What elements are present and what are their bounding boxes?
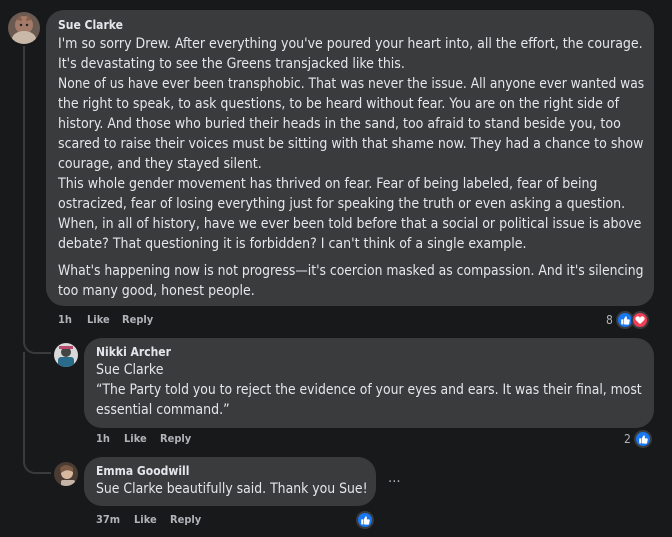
avatar[interactable] bbox=[54, 462, 78, 486]
comment-line: scared to raise their voices must be sit… bbox=[58, 136, 644, 152]
comment-line: too many good, honest people. bbox=[58, 283, 255, 299]
comment-line: What's happening now is not progress—it'… bbox=[58, 263, 644, 279]
comment-line: This whole gender movement has thrived o… bbox=[58, 176, 598, 192]
mention-tag[interactable]: Sue Clarke bbox=[96, 362, 163, 378]
comment-line: Sue Clarke beautifully said. Thank you S… bbox=[96, 481, 368, 497]
reply-button[interactable]: Reply bbox=[160, 432, 191, 445]
comment-timestamp[interactable]: 37m bbox=[96, 513, 120, 526]
comment-line: the right to speak, to ask questions, to… bbox=[58, 96, 620, 112]
thread-line bbox=[23, 352, 25, 452]
comment-thread: Sue Clarke I'm so sorry Drew. After ever… bbox=[0, 0, 672, 537]
comment-line: I'm so sorry Drew. After everything you'… bbox=[58, 36, 643, 52]
reply-button[interactable]: Reply bbox=[122, 313, 153, 326]
comment-line: ostracized, fear of losing everything ju… bbox=[58, 196, 626, 212]
comment-line: debate? That questioning it is forbidden… bbox=[58, 236, 527, 252]
comment-line: It's devastating to see the Greens trans… bbox=[58, 56, 405, 72]
comment-timestamp[interactable]: 1h bbox=[96, 432, 110, 445]
avatar[interactable] bbox=[54, 343, 78, 367]
comment-timestamp[interactable]: 1h bbox=[58, 313, 72, 326]
like-icon bbox=[356, 511, 374, 529]
reaction-summary[interactable] bbox=[356, 511, 374, 529]
reaction-count: 2 bbox=[624, 432, 631, 446]
thread-connector bbox=[23, 450, 51, 474]
reaction-summary[interactable]: 8 bbox=[606, 311, 649, 329]
avatar-image bbox=[8, 12, 40, 44]
like-button[interactable]: Like bbox=[134, 513, 157, 526]
comment-line: “The Party told you to reject the eviden… bbox=[96, 382, 642, 398]
like-button[interactable]: Like bbox=[124, 432, 147, 445]
comment-line: essential command.” bbox=[96, 402, 230, 418]
like-button[interactable]: Like bbox=[87, 313, 110, 326]
thread-line bbox=[23, 46, 25, 336]
comment-line: courage, and they stayed silent. bbox=[58, 156, 262, 172]
reply-button[interactable]: Reply bbox=[170, 513, 201, 526]
comment-author[interactable]: Sue Clarke bbox=[58, 18, 123, 32]
comment-author[interactable]: Nikki Archer bbox=[96, 345, 171, 359]
reaction-count: 8 bbox=[606, 313, 613, 327]
avatar-image bbox=[54, 343, 78, 367]
comment-line: When, in all of history, have we ever be… bbox=[58, 216, 642, 232]
comment-line: None of us have ever been transphobic. T… bbox=[58, 76, 645, 92]
reaction-summary[interactable]: 2 bbox=[624, 430, 652, 448]
thread-connector bbox=[23, 330, 51, 354]
love-icon bbox=[630, 311, 649, 329]
comment-author[interactable]: Emma Goodwill bbox=[96, 464, 189, 478]
avatar-image bbox=[54, 462, 78, 486]
like-icon bbox=[633, 430, 652, 448]
avatar[interactable] bbox=[8, 12, 40, 44]
more-options-icon[interactable]: … bbox=[388, 470, 402, 486]
comment-line: history. And those who buried their head… bbox=[58, 116, 621, 132]
